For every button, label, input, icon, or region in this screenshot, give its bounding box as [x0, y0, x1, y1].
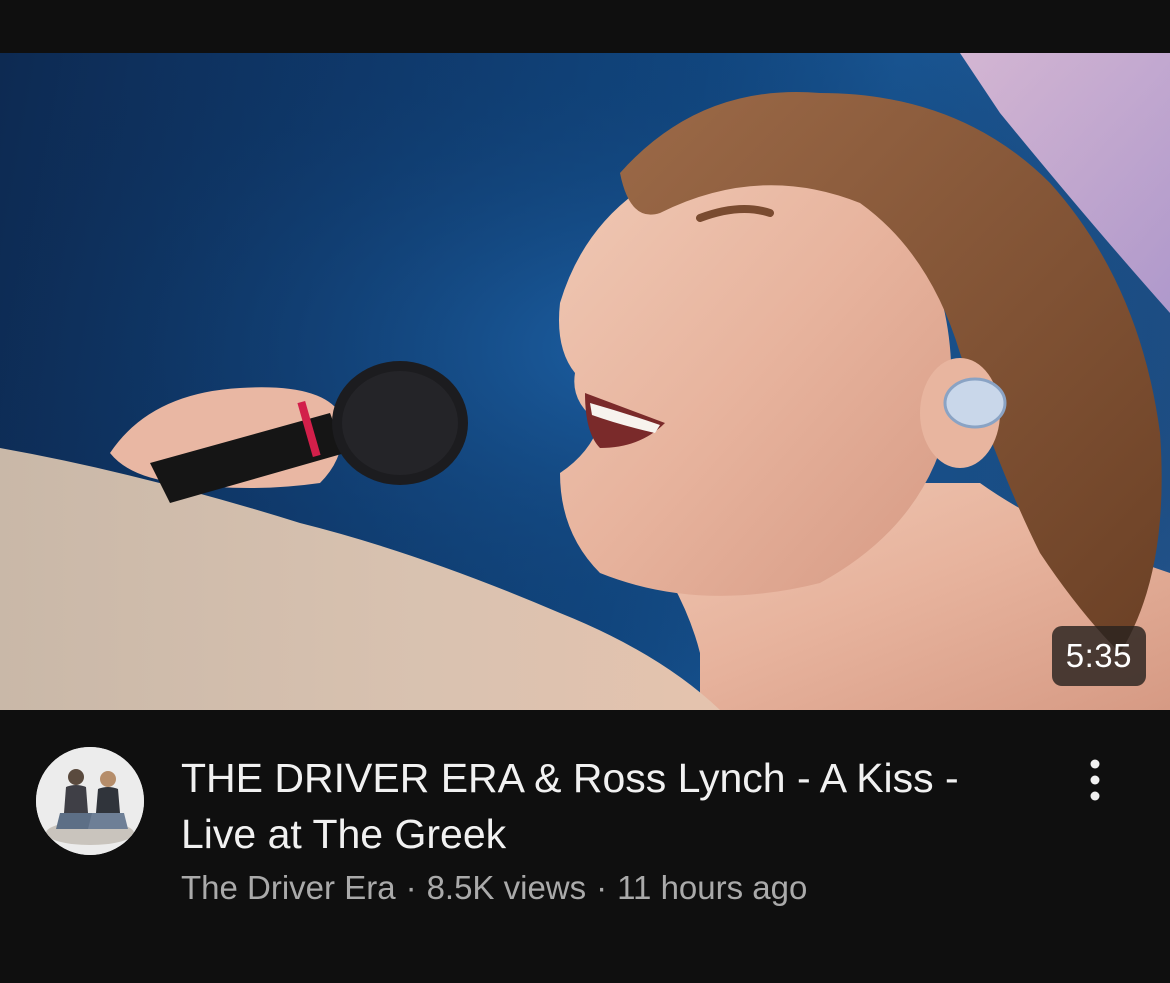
duration-badge: 5:35 — [1051, 626, 1146, 686]
video-title[interactable]: THE DRIVER ERA & Ross Lynch - A Kiss - L… — [181, 750, 1001, 862]
video-thumbnail[interactable]: 5:35 — [0, 53, 1170, 710]
view-count: 8.5K views — [426, 869, 587, 906]
separator: · — [405, 869, 417, 906]
video-subline: The Driver Era · 8.5K views · 11 hours ago — [181, 866, 807, 910]
channel-name[interactable]: The Driver Era — [181, 869, 396, 906]
video-meta: THE DRIVER ERA & Ross Lynch - A Kiss - L… — [0, 710, 1170, 983]
video-feed-item[interactable]: 5:35 THE DRIVER ERA & Ross Lynch - A Kis… — [0, 0, 1170, 983]
separator: · — [596, 869, 608, 906]
upload-age: 11 hours ago — [617, 869, 808, 906]
top-bar — [0, 0, 1170, 53]
channel-avatar[interactable] — [36, 747, 144, 855]
channel-avatar-image — [36, 747, 144, 855]
more-vert-icon — [1090, 759, 1100, 801]
more-options-button[interactable] — [1074, 750, 1116, 810]
thumbnail-image — [0, 53, 1170, 710]
